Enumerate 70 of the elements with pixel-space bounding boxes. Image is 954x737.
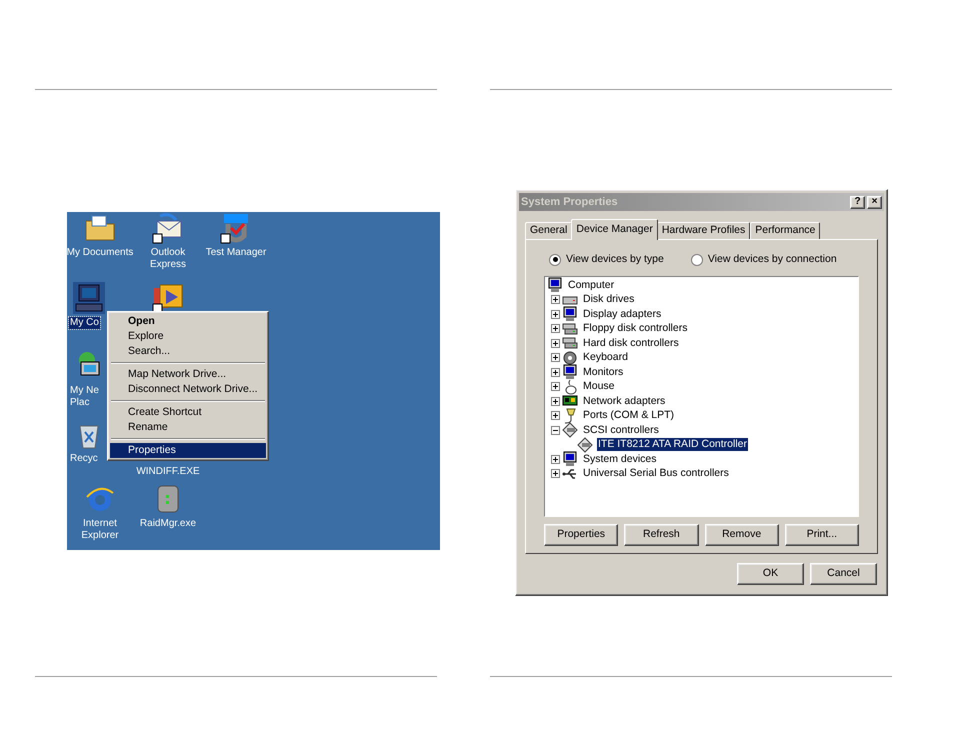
monitor-icon (562, 306, 578, 322)
tree-item[interactable]: Hard disk controllers (582, 336, 680, 350)
icon-label[interactable]: Outlook Express (148, 247, 188, 271)
expand-icon[interactable] (551, 295, 560, 304)
tree-item[interactable]: Monitors (582, 366, 624, 378)
icon-label[interactable]: Recyc (69, 453, 99, 465)
icon-label[interactable]: Test Manager (204, 247, 268, 259)
monitor-icon (562, 451, 578, 467)
menu-item[interactable]: Explore (110, 329, 266, 344)
connector-icon (562, 422, 578, 438)
envelope-icon (152, 212, 184, 244)
computer-icon (73, 282, 105, 314)
icon-label[interactable]: My Ne Plac (69, 385, 100, 409)
close-button[interactable]: × (867, 196, 882, 208)
tree-item[interactable]: Ports (COM & LPT) (582, 409, 676, 422)
tree-item[interactable]: Universal Serial Bus controllers (582, 467, 730, 480)
expand-icon[interactable] (551, 310, 560, 318)
menu-item[interactable]: Rename (110, 420, 266, 435)
icon-label[interactable]: RaidMgr.exe (138, 518, 198, 530)
tree-item[interactable]: Floppy disk controllers (582, 322, 688, 335)
help-button[interactable]: ? (850, 196, 865, 208)
tree-item[interactable]: System devices (582, 452, 658, 466)
dialog-button[interactable]: OK (737, 563, 804, 585)
tree-item[interactable]: Mouse (582, 380, 616, 393)
icon-label[interactable]: Internet Explorer (80, 518, 120, 542)
radio-button[interactable] (549, 254, 561, 266)
menu-item[interactable]: Search... (110, 344, 266, 359)
expand-icon[interactable] (551, 469, 560, 478)
expand-icon[interactable] (551, 396, 560, 406)
menu-item[interactable]: Create Shortcut (110, 405, 266, 420)
tab[interactable]: Hardware Profiles (656, 222, 750, 239)
tree-item[interactable]: Network adapters (582, 394, 666, 408)
dialog-button[interactable]: Print... (784, 524, 859, 546)
tree-item[interactable]: ITE IT8212 ATA RAID Controller (597, 438, 748, 451)
radio-button[interactable] (690, 254, 703, 266)
tree-item[interactable]: Keyboard (582, 351, 629, 364)
tab[interactable]: General (525, 222, 572, 239)
tab[interactable]: Device Manager (571, 219, 658, 240)
controller-icon (562, 335, 578, 351)
tree-item[interactable]: Disk drives (582, 293, 636, 306)
icon-label[interactable]: My Co (69, 317, 100, 329)
expand-icon[interactable] (551, 411, 560, 420)
expand-icon[interactable] (551, 353, 560, 362)
expand-icon[interactable] (551, 324, 560, 333)
menu-item[interactable]: Properties (110, 443, 266, 458)
tab[interactable]: Performance (750, 222, 820, 239)
radio-label[interactable]: View devices by type (566, 252, 664, 268)
dialog-button[interactable]: Remove (704, 524, 779, 546)
icon-label[interactable]: WINDIFF.EXE (135, 466, 201, 478)
tree-item[interactable]: SCSI controllers (582, 424, 660, 436)
window-title: System Properties (521, 194, 618, 210)
plug-icon (562, 408, 578, 424)
menu-item[interactable]: Map Network Drive... (110, 367, 266, 382)
connector-icon (577, 436, 593, 452)
dialog-button[interactable]: Refresh (624, 524, 698, 546)
icon-label[interactable]: My Documents (67, 247, 134, 259)
expand-icon[interactable] (551, 368, 560, 376)
radio-label[interactable]: View devices by connection (708, 252, 837, 268)
expand-icon[interactable] (551, 454, 560, 464)
collapse-icon[interactable] (551, 426, 560, 434)
dialog-button[interactable]: Properties (544, 524, 618, 546)
menu-item[interactable]: Disconnect Network Drive... (110, 382, 266, 397)
expand-icon[interactable] (551, 382, 560, 391)
dialog-button[interactable]: Cancel (810, 563, 877, 585)
monitor-icon (562, 364, 578, 380)
controller-icon (562, 320, 578, 336)
tree-item[interactable]: Display adapters (582, 308, 662, 320)
menu-item[interactable]: Open (110, 314, 266, 329)
expand-icon[interactable] (551, 338, 560, 348)
tree-item[interactable]: Computer (567, 278, 616, 292)
